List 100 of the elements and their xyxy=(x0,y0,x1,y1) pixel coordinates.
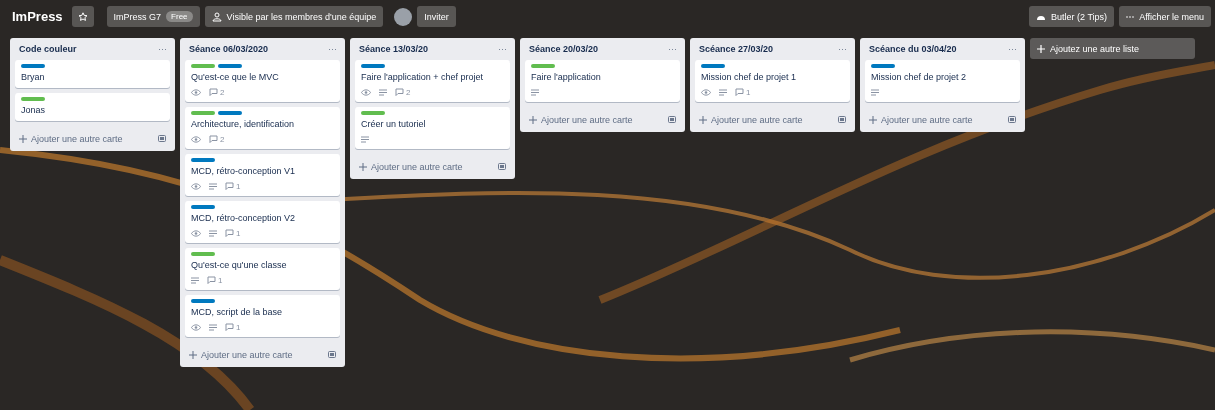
comment-number: 1 xyxy=(236,181,241,191)
card-label[interactable] xyxy=(191,64,215,68)
card-title: MCD, script de la base xyxy=(191,306,284,318)
card-label[interactable] xyxy=(218,64,242,68)
people-icon xyxy=(211,11,222,22)
plus-icon xyxy=(529,115,537,124)
list-menu-button[interactable]: ··· xyxy=(668,44,677,54)
add-card-button[interactable]: Ajouter une autre carte xyxy=(359,161,463,172)
plus-icon xyxy=(359,162,367,171)
card[interactable]: Faire l'application xyxy=(525,60,680,102)
list-title[interactable]: Scéance 27/03/20 xyxy=(699,44,774,54)
list-menu-button[interactable]: ··· xyxy=(328,44,337,54)
comment-icon xyxy=(395,88,404,96)
template-icon[interactable] xyxy=(498,162,506,171)
card-title: Faire l'application xyxy=(531,71,602,83)
butler-button[interactable]: Butler (2 Tips) xyxy=(1029,6,1115,27)
card-title: Mission chef de projet 1 xyxy=(701,71,798,83)
list-title[interactable]: Code couleur xyxy=(19,44,77,54)
plus-icon xyxy=(699,115,707,124)
visibility-button[interactable]: Visible par les membres d'une équipe xyxy=(204,6,384,27)
card[interactable]: Mission chef de projet 2 xyxy=(865,60,1020,102)
card-label[interactable] xyxy=(701,64,725,68)
card[interactable]: Mission chef de projet 1 1 xyxy=(695,60,850,102)
add-card-button[interactable]: Ajouter une autre carte xyxy=(699,114,803,125)
list-title[interactable]: Séance 20/03/20 xyxy=(529,44,599,54)
team-button[interactable]: ImPress G7 Free xyxy=(106,6,200,27)
card[interactable]: MCD, rétro-conception V2 1 xyxy=(185,201,340,243)
template-icon[interactable] xyxy=(668,115,676,124)
comment-icon xyxy=(207,276,216,284)
comment-icon xyxy=(735,88,744,96)
list-menu-button[interactable]: ··· xyxy=(1008,44,1017,54)
card-label[interactable] xyxy=(218,111,242,115)
card[interactable]: Architecture, identification 2 xyxy=(185,107,340,149)
add-list-button[interactable]: Ajoutez une autre liste xyxy=(1030,38,1195,59)
card-label[interactable] xyxy=(191,299,215,303)
add-card-button[interactable]: Ajouter une autre carte xyxy=(869,114,973,125)
card[interactable]: Qu'est-ce que le MVC 2 xyxy=(185,60,340,102)
invite-button[interactable]: Inviter xyxy=(417,6,456,27)
comment-number: 2 xyxy=(220,87,225,97)
card[interactable]: Faire l'application + chef projet 2 xyxy=(355,60,510,102)
comment-number: 1 xyxy=(236,322,241,332)
card[interactable]: Qu'est-ce qu'une classe 1 xyxy=(185,248,340,290)
more-icon xyxy=(1126,15,1135,18)
card-title: Bryan xyxy=(21,71,46,83)
card-title: Mission chef de projet 2 xyxy=(871,71,968,83)
card-title: Qu'est-ce qu'une classe xyxy=(191,259,288,271)
card-title: Créer un tutoriel xyxy=(361,118,427,130)
plus-icon xyxy=(19,134,27,143)
board-title[interactable]: ImPress xyxy=(12,9,63,24)
list-title[interactable]: Séance 13/03/20 xyxy=(359,44,429,54)
comment-icon xyxy=(225,323,234,331)
card[interactable]: Jonas xyxy=(15,93,170,121)
card[interactable]: Bryan xyxy=(15,60,170,88)
comment-icon xyxy=(209,88,218,96)
card-title: MCD, rétro-conception V2 xyxy=(191,212,297,224)
template-icon[interactable] xyxy=(838,115,846,124)
card-label[interactable] xyxy=(191,252,215,256)
card-title: Jonas xyxy=(21,104,47,116)
comment-icon xyxy=(209,135,218,143)
comment-icon xyxy=(225,182,234,190)
star-button[interactable] xyxy=(71,6,94,27)
comment-icon xyxy=(225,229,234,237)
comment-number: 2 xyxy=(406,87,411,97)
card[interactable]: Créer un tutoriel xyxy=(355,107,510,149)
comment-number: 1 xyxy=(746,87,751,97)
card-label[interactable] xyxy=(191,205,215,209)
template-icon[interactable] xyxy=(1008,115,1016,124)
list-menu-button[interactable]: ··· xyxy=(838,44,847,54)
list-menu-button[interactable]: ··· xyxy=(498,44,507,54)
card-title: Architecture, identification xyxy=(191,118,296,130)
card-label[interactable] xyxy=(21,64,45,68)
comment-number: 2 xyxy=(220,134,225,144)
plan-badge: Free xyxy=(166,11,193,22)
plus-icon xyxy=(189,350,197,359)
comment-number: 1 xyxy=(236,228,241,238)
card-label[interactable] xyxy=(361,111,385,115)
card-title: MCD, rétro-conception V1 xyxy=(191,165,297,177)
plus-icon xyxy=(1037,44,1045,53)
add-card-button[interactable]: Ajouter une autre carte xyxy=(19,133,123,144)
list-title[interactable]: Séance 06/03/2020 xyxy=(189,44,269,54)
show-menu-button[interactable]: Afficher le menu xyxy=(1119,6,1211,27)
card-label[interactable] xyxy=(191,158,215,162)
card-title: Qu'est-ce que le MVC xyxy=(191,71,280,83)
plus-icon xyxy=(869,115,877,124)
list-menu-button[interactable]: ··· xyxy=(158,44,167,54)
add-card-button[interactable]: Ajouter une autre carte xyxy=(189,349,293,360)
star-icon xyxy=(77,11,88,22)
card-label[interactable] xyxy=(531,64,555,68)
template-icon[interactable] xyxy=(328,350,336,359)
card[interactable]: MCD, script de la base 1 xyxy=(185,295,340,337)
list-title[interactable]: Scéance du 03/04/20 xyxy=(869,44,957,54)
template-icon[interactable] xyxy=(158,134,166,143)
card-label[interactable] xyxy=(871,64,895,68)
card-label[interactable] xyxy=(361,64,385,68)
card-title: Faire l'application + chef projet xyxy=(361,71,485,83)
add-card-button[interactable]: Ajouter une autre carte xyxy=(529,114,633,125)
card[interactable]: MCD, rétro-conception V1 1 xyxy=(185,154,340,196)
comment-number: 1 xyxy=(218,275,223,285)
card-label[interactable] xyxy=(191,111,215,115)
card-label[interactable] xyxy=(21,97,45,101)
